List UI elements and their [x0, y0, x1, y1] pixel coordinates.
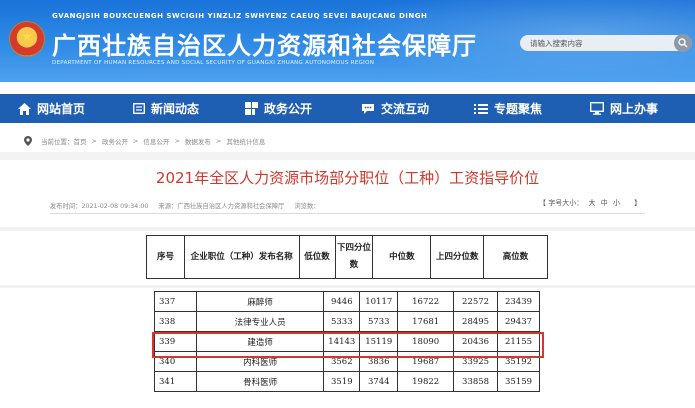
site-title-pinyin: GVANGJSIH BOUXCUENGH SWCIGIH YINZLIZ SWH…	[52, 12, 428, 20]
col-header-title: 企业职位（工种）发布名称	[183, 235, 300, 279]
font-size-large[interactable]: 大	[588, 199, 595, 207]
col-header-median: 中位数	[372, 235, 432, 279]
cell-high: 29437	[497, 311, 540, 332]
home-icon	[18, 102, 31, 115]
cell-high: 23439	[497, 291, 540, 312]
cell-index: 338	[154, 311, 197, 332]
breadcrumb-gov-affairs[interactable]: 政务公开	[102, 136, 128, 146]
nav-interaction-label: 交流互动	[381, 102, 430, 116]
breadcrumb: 当前位置：首页 > 政务公开 > 信息公开 > 数据发布 > 其他统计信息	[24, 135, 265, 147]
section-divider-band	[0, 152, 695, 160]
breadcrumb-separator: >	[215, 137, 222, 145]
cell-title: 骨科医师	[195, 371, 325, 392]
font-size-small[interactable]: 小	[613, 199, 620, 207]
article-title: 2021年全区人力资源市场部分职位（工种）工资指导价位	[155, 169, 540, 187]
view-count: 浏览数：	[294, 203, 320, 210]
cell-title: 麻醉师	[195, 291, 325, 312]
col-header-upper-quartile: 上四分位数	[430, 235, 485, 279]
image-gap-band	[0, 285, 695, 288]
col-header-lower-quartile: 下四分位数	[334, 235, 374, 279]
cell-median: 17681	[397, 311, 455, 332]
cell-lower-quartile: 10117	[359, 291, 399, 312]
cell-lower-quartile: 3744	[359, 371, 399, 392]
table-row: 337 麻醉师 9446 10117 16722 22572 23439	[154, 291, 540, 312]
nav-news[interactable]: 新闻动态	[133, 94, 199, 123]
monitor-icon	[590, 102, 604, 115]
newspaper-icon	[133, 103, 145, 114]
nav-home[interactable]: 网站首页	[18, 94, 85, 123]
nav-gov-affairs[interactable]: 政务公开	[245, 94, 312, 123]
nav-gov-affairs-label: 政务公开	[264, 102, 313, 116]
breadcrumb-data-release[interactable]: 数据发布	[185, 136, 211, 146]
nav-topics[interactable]: 专题聚焦	[474, 94, 542, 123]
cell-upper-quartile: 33858	[453, 371, 499, 392]
cell-upper-quartile: 22572	[453, 291, 499, 312]
location-pin-icon	[24, 136, 32, 146]
cell-median: 16722	[397, 291, 455, 312]
search-icon	[678, 38, 688, 48]
cell-upper-quartile: 28495	[453, 311, 499, 332]
search-input[interactable]	[530, 36, 660, 50]
font-size-label: 【 字号大小：	[539, 199, 584, 207]
site-title-english: DEPARTMENT OF HUMAN RESOURCES AND SOCIAL…	[52, 60, 375, 66]
article-meta: 发布时间：2021-02-08 09:34:00 来源：广西壮族自治区人力资源和…	[50, 201, 328, 210]
font-size-medium[interactable]: 中	[601, 199, 608, 207]
wage-table-header: 序号 企业职位（工种）发布名称 低位数 下四分位数 中位数 上四分位数 高位数	[146, 235, 548, 279]
nav-home-label: 网站首页	[37, 102, 86, 116]
grid-icon	[245, 102, 258, 115]
breadcrumb-info-disclosure[interactable]: 信息公开	[143, 136, 169, 146]
font-size-close: 】	[634, 199, 642, 207]
search-box	[520, 34, 692, 52]
breadcrumb-home[interactable]: 当前位置：首页	[41, 136, 87, 146]
cell-low: 5333	[323, 311, 361, 332]
cell-low: 3519	[323, 371, 361, 392]
breadcrumb-other-stats[interactable]: 其他统计信息	[226, 136, 265, 146]
nav-news-label: 新闻动态	[151, 102, 200, 116]
cell-index: 337	[154, 291, 197, 312]
table-row: 341 骨科医师 3519 3744 19822 33858 35159	[154, 371, 540, 392]
nav-interaction[interactable]: 交流互动	[361, 94, 429, 123]
main-nav: 网站首页 新闻动态 政务公开 交流互动 专题聚焦 网上办事	[0, 94, 695, 123]
national-emblem-icon[interactable]: ★	[10, 22, 44, 56]
search-button[interactable]	[674, 34, 692, 52]
font-size-switcher: 【 字号大小： 大 中 小 】	[536, 198, 641, 208]
article-source: 来源：广西壮族自治区人力资源和社会保障厅	[158, 203, 285, 210]
site-title[interactable]: 广西壮族自治区人力资源和社会保障厅	[52, 26, 477, 61]
cell-index: 341	[154, 371, 197, 392]
col-header-index: 序号	[146, 235, 185, 279]
breadcrumb-separator: >	[174, 137, 180, 145]
site-header: ★ GVANGJSIH BOUXCUENGH SWCIGIH YINZLIZ S…	[0, 0, 695, 82]
meta-divider	[50, 213, 645, 214]
nav-online-service-label: 网上办事	[610, 102, 659, 116]
cell-low: 9446	[323, 291, 361, 312]
row-highlight-box	[152, 332, 544, 358]
col-header-high: 高位数	[483, 235, 548, 279]
cell-high: 35159	[497, 371, 540, 392]
chat-icon	[362, 103, 374, 114]
cell-title: 法律专业人员	[195, 311, 325, 332]
nav-topics-label: 专题聚焦	[494, 102, 543, 116]
cell-lower-quartile: 5733	[359, 311, 399, 332]
publish-time: 发布时间：2021-02-08 09:34:00	[50, 203, 149, 210]
breadcrumb-separator: >	[132, 137, 139, 145]
nav-online-service[interactable]: 网上办事	[590, 94, 658, 123]
cell-median: 19822	[397, 371, 455, 392]
breadcrumb-separator: >	[91, 137, 97, 145]
list-icon	[474, 103, 488, 114]
col-header-low: 低位数	[298, 235, 336, 279]
table-row: 338 法律专业人员 5333 5733 17681 28495 29437	[154, 311, 540, 332]
image-gap-band	[0, 227, 695, 231]
